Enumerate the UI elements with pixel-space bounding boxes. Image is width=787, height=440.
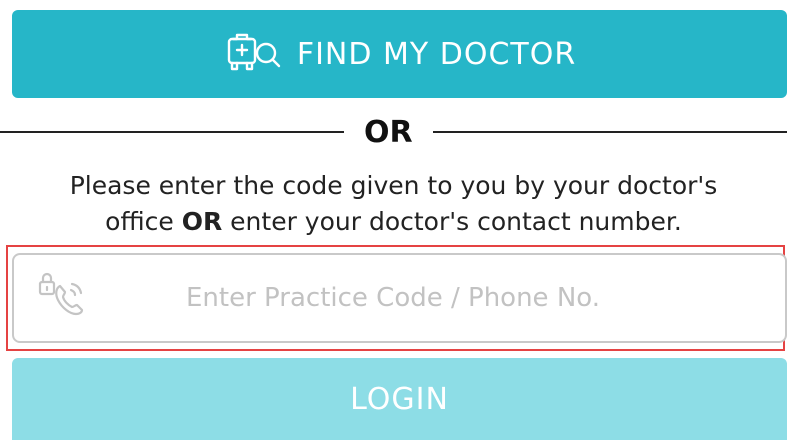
instruction-line-1: Please enter the code given to you by yo…	[69, 171, 718, 200]
instruction-line-2-start: office	[105, 207, 182, 236]
instruction-line-2: office OR enter your doctor's contact nu…	[0, 204, 787, 240]
practice-code-input[interactable]	[184, 282, 785, 314]
divider-line-left	[0, 131, 344, 133]
instruction-text: Please enter the code given to you by yo…	[0, 168, 787, 240]
practice-code-field[interactable]	[12, 253, 787, 343]
or-label: OR	[364, 114, 413, 150]
medical-kit-search-icon	[227, 33, 281, 71]
login-button[interactable]: LOGIN	[12, 358, 787, 440]
lock-phone-icon	[38, 272, 84, 316]
find-my-doctor-label: FIND MY DOCTOR	[296, 36, 577, 72]
login-screen: FIND MY DOCTOR OR Please enter the code …	[0, 0, 787, 440]
or-divider: OR	[0, 110, 787, 154]
find-my-doctor-button[interactable]: FIND MY DOCTOR	[12, 10, 787, 98]
instruction-line-2-end: enter your doctor's contact number.	[222, 207, 682, 236]
divider-line-right	[432, 131, 787, 133]
login-label: LOGIN	[350, 381, 449, 417]
instruction-or-emphasis: OR	[181, 207, 223, 236]
